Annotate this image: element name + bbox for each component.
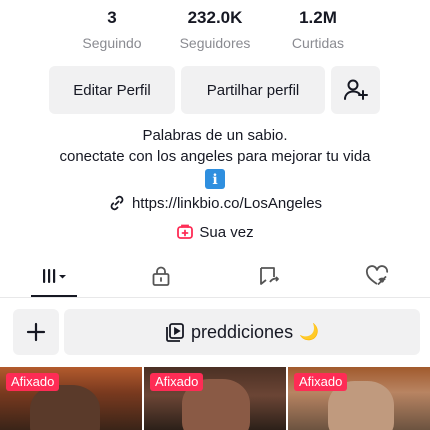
video-thumbnail[interactable]: Afixado [288,367,430,430]
pinned-badge: Afixado [6,373,60,391]
plus-icon [26,322,46,342]
tab-videos[interactable] [24,256,84,297]
followers-count: 232.0K [187,8,243,27]
followers-label: Seguidores [179,35,251,51]
bio-line-2: conectate con los angeles para mejorar t… [59,148,371,165]
thumbnail-image [30,385,100,430]
your-turn-button[interactable]: Sua vez [0,221,430,243]
playlist-label: preddiciones [191,321,294,342]
person-plus-icon [343,79,368,100]
playlist-row: preddiciones 🌙 [0,309,430,355]
add-friend-button[interactable] [331,66,380,114]
bio-link[interactable]: https://linkbio.co/LosAngeles [0,192,430,214]
active-tab-indicator [31,295,77,297]
lock-icon [152,266,170,286]
stat-likes[interactable]: 1.2M Curtidas [258,6,378,53]
playlist-item[interactable]: preddiciones 🌙 [64,309,420,355]
link-icon [110,195,124,211]
tab-liked[interactable] [347,256,407,296]
link-url: https://linkbio.co/LosAngeles [131,194,323,212]
heart-hidden-icon [365,265,389,285]
tab-private[interactable] [131,256,191,296]
your-turn-label: Sua vez [199,223,254,241]
stat-following[interactable]: 3 Seguindo [52,6,172,53]
content-tabs [0,256,430,298]
likes-label: Curtidas [291,35,345,51]
following-count: 3 [107,8,117,27]
bio-line-1: Palabras de un sabio. [142,127,288,144]
tab-reposts[interactable] [239,256,299,296]
info-emoji: ℹ [205,169,225,189]
share-profile-button[interactable]: Partilhar perfil [181,66,325,114]
pinned-badge: Afixado [294,373,348,391]
stat-followers[interactable]: 232.0K Seguidores [155,6,275,53]
grid-bars-icon [43,269,66,283]
video-grid: Afixado Afixado Afixado [0,367,430,430]
repost-icon [260,267,279,285]
profile-stats: 3 Seguindo 232.0K Seguidores 1.2M Curtid… [0,6,430,56]
add-post-icon [177,224,194,239]
profile-actions: Editar Perfil Partilhar perfil [0,66,430,114]
add-playlist-button[interactable] [13,309,59,355]
following-label: Seguindo [82,35,142,51]
playlist-icon [166,323,184,342]
video-thumbnail[interactable]: Afixado [0,367,142,430]
moon-emoji: 🌙 [299,324,319,341]
profile-bio: Palabras de un sabio. conectate con los … [0,125,430,190]
edit-profile-button[interactable]: Editar Perfil [49,66,175,114]
video-thumbnail[interactable]: Afixado [144,367,286,430]
likes-count: 1.2M [299,8,337,27]
pinned-badge: Afixado [150,373,204,391]
